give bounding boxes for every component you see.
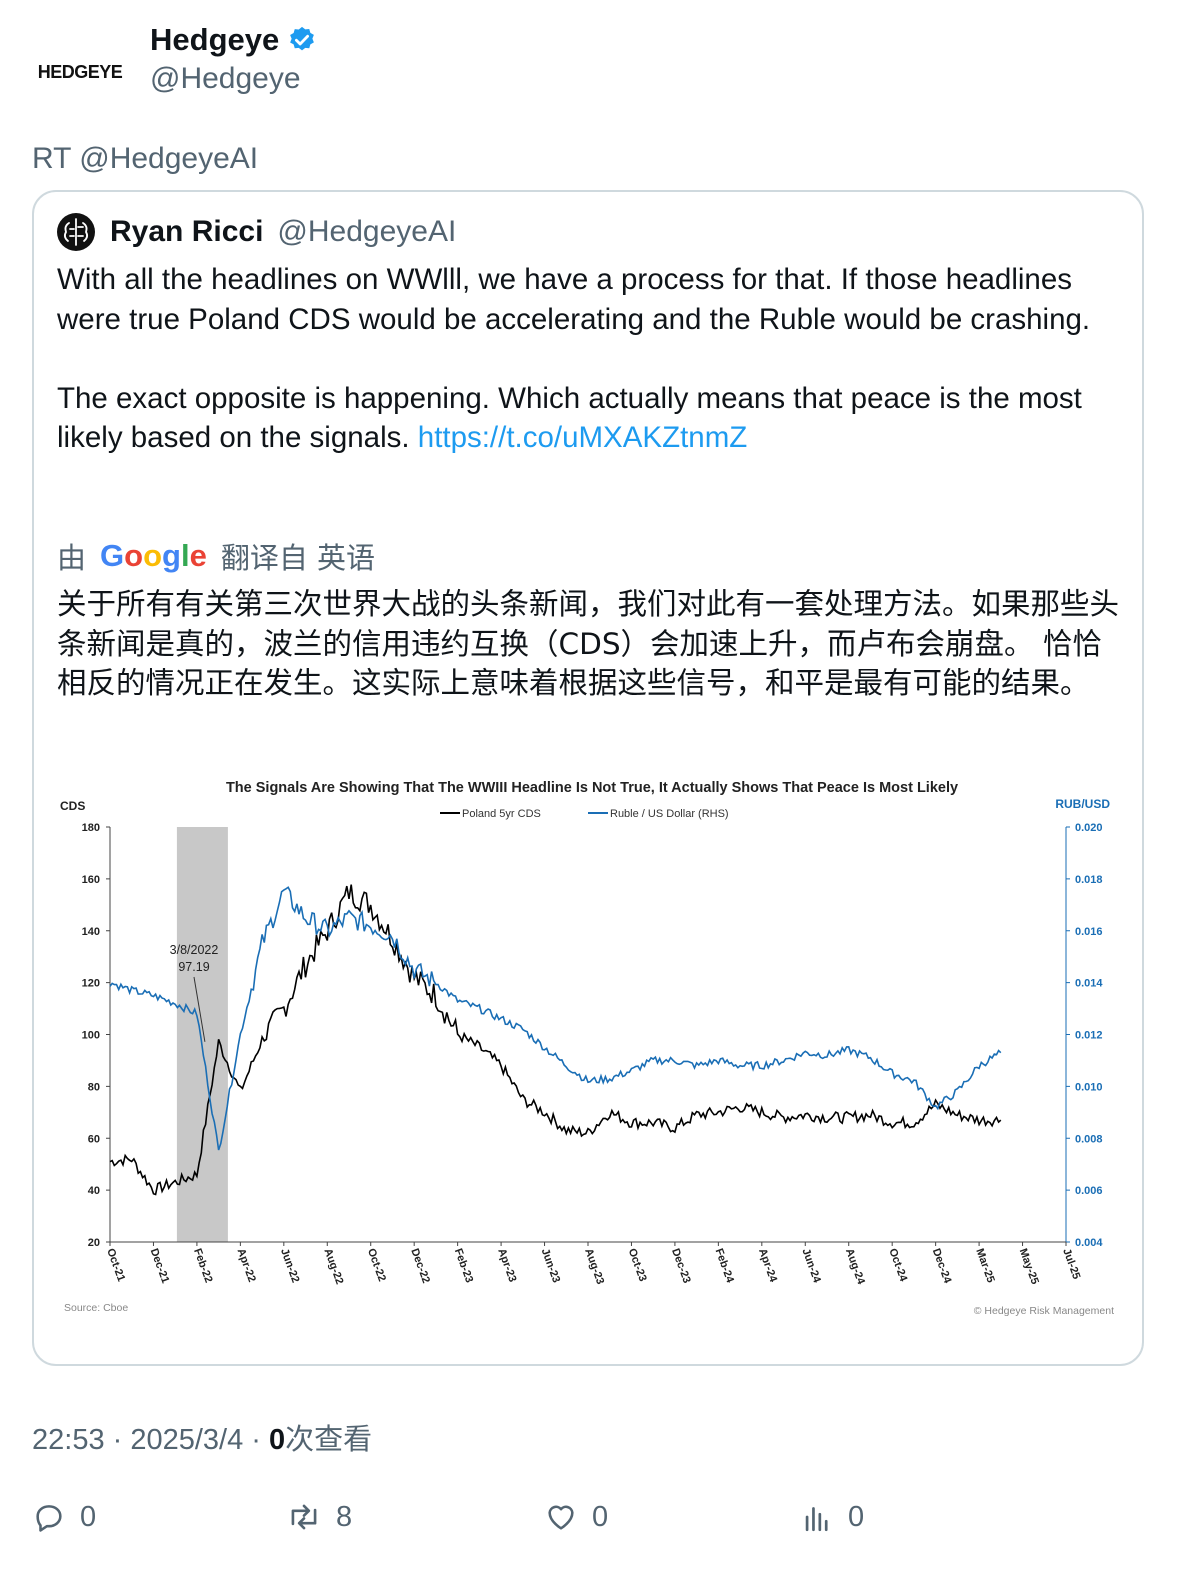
x-tick-label: Jul-25 [1060,1247,1082,1281]
y-tick-label-right: 0.014 [1075,978,1103,990]
x-tick-label: Feb-24 [713,1247,737,1285]
x-tick-label: Dec-21 [148,1247,172,1285]
x-tick-label: Apr-22 [235,1247,258,1284]
reply-count: 0 [80,1500,97,1533]
translated-text: 关于所有有关第三次世界大战的头条新闻，我们对此有一套处理方法。如果那些头条新闻是… [57,587,1120,700]
x-tick-label: Apr-24 [756,1247,779,1285]
y-tick-label-left: 20 [88,1237,100,1249]
x-tick-label: Aug-24 [843,1247,867,1287]
x-tick-label: Oct-21 [104,1247,127,1283]
chart-legend: Poland 5yr CDS Ruble / US Dollar (RHS) [440,808,729,820]
y-tick-label-left: 80 [88,1081,100,1093]
y-tick-label-left: 180 [82,822,100,834]
y-tick-label-right: 0.020 [1075,822,1103,834]
quoted-link[interactable]: https://t.co/uMXAKZtnmZ [418,421,748,454]
x-tick-label: Mar-25 [973,1247,996,1284]
chart-title: The Signals Are Showing That The WWIII H… [226,780,958,796]
translation-suffix: 翻译自 英语 [220,541,376,575]
y-tick-label-right: 0.004 [1075,1237,1103,1249]
x-tick-label: Dec-23 [669,1247,693,1285]
quoted-tweet-text: With all the headlines on WWlll, we have… [57,260,1127,458]
x-tick-label: May-25 [1017,1247,1041,1286]
quoted-text-paragraph-1: With all the headlines on WWlll, we have… [57,263,1091,336]
x-tick-label: Jun-22 [278,1247,301,1284]
x-tick-label: Dec-22 [408,1247,432,1285]
ruble-usd-line [109,886,1002,1151]
legend-ruble: Ruble / US Dollar (RHS) [610,808,729,820]
y-tick-label-left: 160 [82,874,100,886]
x-tick-label: Oct-23 [626,1247,649,1283]
google-logo: Google [100,538,207,573]
x-tick-label: Aug-22 [321,1247,345,1286]
retweet-label: RT @HedgeyeAI [32,142,259,175]
y-tick-label-right: 0.016 [1075,926,1103,938]
poland-cds-line [109,884,1002,1196]
heart-icon [548,1505,574,1530]
chart-svg: The Signals Are Showing That The WWIII H… [60,780,1114,1317]
y-tick-label-left: 40 [88,1185,100,1197]
retweet-count: 8 [336,1500,353,1533]
like-count: 0 [592,1500,609,1533]
x-tick-label: Jun-23 [539,1247,562,1284]
translation-prefix: 由 [57,541,87,575]
x-tick-label: Apr-23 [495,1247,518,1284]
chart-copyright: © Hedgeye Risk Management [974,1305,1114,1317]
x-tick-label: Jun-24 [799,1247,823,1285]
y-axis-left-label: CDS [60,799,85,813]
y-tick-label-left: 120 [82,978,100,990]
brain-avatar-icon[interactable] [56,212,96,252]
x-tick-label: Feb-23 [452,1247,475,1284]
views-button[interactable]: 0 [800,1500,864,1534]
y-tick-label-right: 0.012 [1075,1030,1103,1042]
y-axis-right-label: RUB/USD [1055,797,1110,811]
author-avatar-logo[interactable]: HEDGEYE [32,30,128,114]
translation-attribution[interactable]: 由 Google 翻译自 英语 [57,535,375,577]
reply-button[interactable]: 0 [32,1500,96,1534]
retweet-button[interactable]: 8 [286,1500,352,1534]
chart-source: Source: Cboe [64,1302,128,1314]
chart-annotation-date: 3/8/2022 [170,943,219,957]
view-label: 次查看 [285,1422,373,1456]
author-handle[interactable]: @Hedgeye [150,62,301,96]
x-tick-label: Oct-24 [886,1247,909,1284]
author-name[interactable]: Hedgeye [150,22,279,58]
chart-image[interactable]: The Signals Are Showing That The WWIII H… [58,765,1124,1325]
views-count: 0 [848,1500,865,1533]
quoted-tweet-header: Ryan Ricci @HedgeyeAI [56,212,456,252]
y-tick-label-left: 140 [82,926,100,938]
x-tick-label: Aug-23 [582,1247,606,1286]
quoted-author-handle[interactable]: @HedgeyeAI [277,215,456,249]
y-tick-label-right: 0.008 [1075,1133,1103,1145]
view-count: 0 [269,1424,286,1456]
x-tick-label: Oct-22 [365,1247,388,1283]
x-tick-label: Dec-24 [930,1247,954,1286]
x-tick-label: Feb-22 [191,1247,214,1284]
views-chart-icon [805,1507,828,1532]
quoted-author-name[interactable]: Ryan Ricci [110,215,263,249]
action-bar: 0 8 0 0 [32,1500,1162,1544]
y-tick-label-left: 60 [88,1133,100,1145]
author-name-row[interactable]: Hedgeye [150,22,317,58]
like-button[interactable]: 0 [544,1500,608,1534]
tweet-timestamp[interactable]: 22:53 · 2025/3/4 · [32,1424,269,1456]
chart-annotation-value: 97.19 [178,960,209,974]
y-tick-label-right: 0.006 [1075,1185,1103,1197]
y-tick-label-right: 0.010 [1075,1081,1103,1093]
legend-poland-cds: Poland 5yr CDS [462,808,541,820]
retweet-icon [291,1504,317,1530]
tweet-meta: 22:53 · 2025/3/4 · 0次查看 [32,1416,372,1458]
y-tick-label-left: 100 [82,1030,100,1042]
verified-badge-icon [290,26,315,51]
reply-icon [36,1505,62,1532]
y-tick-label-right: 0.018 [1075,874,1103,886]
